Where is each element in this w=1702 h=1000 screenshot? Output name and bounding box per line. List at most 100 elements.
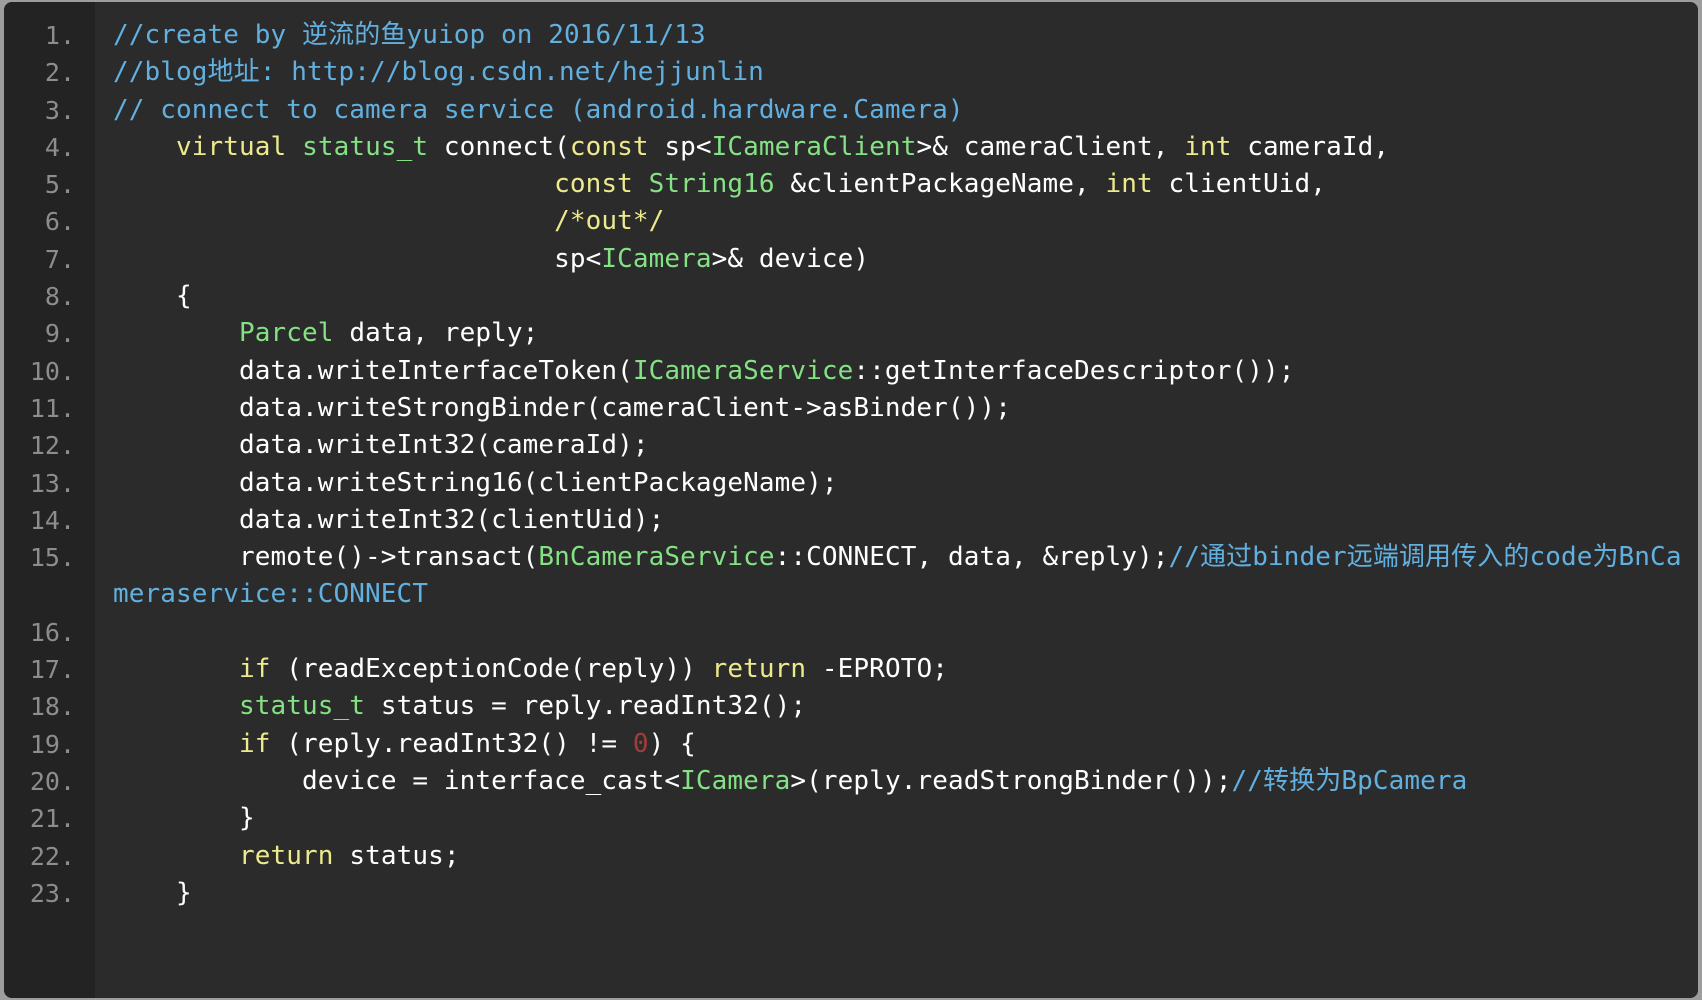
code-token-txt: data.writeString16(clientPackageName);: [113, 467, 838, 498]
line-number: 18.: [29, 692, 75, 722]
code-token-num: 0: [632, 728, 649, 759]
code-token-type: Parcel: [239, 318, 334, 349]
code-token-txt: >& device): [711, 243, 870, 274]
code-token-com: //blog地址: http://blog.csdn.net/hejjunlin: [113, 57, 764, 88]
line-number: 6.: [44, 207, 75, 237]
code-token-kw: const: [554, 169, 633, 200]
code-token-type: String16: [648, 169, 775, 200]
code-token-txt: >(reply.readStrongBinder());: [790, 765, 1232, 796]
code-token-com: // connect to camera service (android.ha…: [113, 94, 964, 125]
line-number: 22.: [29, 841, 75, 871]
code-line: data.writeStrongBinder(cameraClient->asB…: [113, 390, 1692, 427]
line-number: 20.: [29, 766, 75, 796]
code-token-type: ICamera: [601, 243, 712, 274]
line-number: 14.: [29, 505, 75, 535]
code-line: const String16 &clientPackageName, int c…: [113, 166, 1692, 203]
code-token-kw: if: [239, 728, 271, 759]
code-line: //blog地址: http://blog.csdn.net/hejjunlin: [113, 54, 1692, 91]
code-token-type: BnCameraService: [538, 542, 775, 573]
code-token-txt: connect(: [428, 131, 570, 162]
code-line: if (reply.readInt32() != 0) {: [113, 726, 1692, 763]
code-token-type: status_t: [302, 131, 429, 162]
code-line: sp<ICamera>& device): [113, 241, 1692, 278]
line-number: 23.: [29, 878, 75, 908]
code-token-kw: return: [239, 840, 334, 871]
code-line: // connect to camera service (android.ha…: [113, 92, 1692, 129]
code-line: Parcel data, reply;: [113, 315, 1692, 352]
code-token-kw: /*out*/: [554, 206, 665, 237]
code-line: status_t status = reply.readInt32();: [113, 688, 1692, 725]
code-line: {: [113, 278, 1692, 315]
code-token-txt: data.writeInterfaceToken(: [113, 355, 633, 386]
line-number: 15.: [29, 543, 75, 573]
code-content-area[interactable]: //create by 逆流的鱼yuiop on 2016/11/13 //bl…: [95, 2, 1698, 998]
code-token-txt: data.writeStrongBinder(cameraClient->asB…: [113, 392, 1011, 423]
code-token-txt: data.writeInt32(clientUid);: [113, 504, 665, 535]
line-number: 10.: [29, 356, 75, 386]
code-token-kw: int: [1105, 169, 1153, 200]
code-token-kw: const: [569, 131, 649, 162]
line-number: 12.: [29, 431, 75, 461]
code-block: 1. 2. 3. 4. 5. 6. 7. 8. 9. 10. 11. 12. 13. 14. 15. 16. 1…: [4, 2, 1698, 998]
code-token-txt: ::getInterfaceDescriptor());: [853, 355, 1295, 386]
code-token-txt: sp<: [648, 131, 712, 162]
code-token-kw: virtual: [176, 131, 287, 162]
code-line: data.writeInt32(cameraId);: [113, 427, 1692, 464]
code-token-type: ICameraService: [632, 355, 854, 386]
line-number: 3.: [44, 95, 75, 125]
code-token-txt: ::CONNECT, data, &reply);: [774, 542, 1169, 573]
code-token-txt: data.writeInt32(cameraId);: [113, 430, 649, 461]
code-token-kw: return: [711, 654, 807, 685]
page-root: 1. 2. 3. 4. 5. 6. 7. 8. 9. 10. 11. 12. 13. 14. 15. 16. 1…: [0, 0, 1702, 1000]
code-line: data.writeInterfaceToken(ICameraService:…: [113, 353, 1692, 390]
source-code[interactable]: //create by 逆流的鱼yuiop on 2016/11/13 //bl…: [113, 17, 1692, 912]
code-line: virtual status_t connect(const sp<ICamer…: [113, 129, 1692, 166]
code-token-txt: data, reply;: [333, 318, 539, 349]
code-token-type: ICameraClient: [711, 131, 917, 162]
code-token-type: status_t: [239, 691, 366, 722]
code-token-txt: ) {: [648, 728, 696, 759]
code-line: //create by 逆流的鱼yuiop on 2016/11/13: [113, 17, 1692, 54]
code-token-txt: cameraId,: [1231, 131, 1390, 162]
code-line: data.writeString16(clientPackageName);: [113, 465, 1692, 502]
code-token-kw: if: [239, 654, 271, 685]
code-token-txt: }: [113, 803, 255, 834]
code-token-com: //create by 逆流的鱼yuiop on 2016/11/13: [113, 20, 706, 50]
line-number: 1.: [44, 21, 75, 50]
code-token-txt: (reply.readInt32() !=: [270, 728, 633, 759]
code-token-txt: status;: [333, 840, 460, 871]
code-token-txt: }: [113, 877, 192, 908]
line-number: 11.: [29, 393, 75, 423]
code-line: return status;: [113, 838, 1692, 875]
code-token-txt: -EPROTO;: [806, 654, 948, 685]
code-token-txt: {: [113, 281, 192, 312]
line-number: 13.: [29, 468, 75, 498]
line-number: 21.: [29, 804, 75, 834]
line-number: 7.: [44, 244, 75, 274]
line-number: 16.: [29, 617, 75, 647]
line-number: 5.: [44, 170, 75, 200]
code-token-type: ICamera: [680, 765, 791, 796]
code-token-txt: sp<: [113, 243, 602, 274]
code-token-txt: remote()->transact(: [113, 542, 539, 573]
code-token-txt: status = reply.readInt32();: [365, 691, 807, 722]
code-token-com: //转换为BpCamera: [1231, 765, 1468, 796]
code-token-txt: clientUid,: [1152, 169, 1327, 200]
code-line: device = interface_cast<ICamera>(reply.r…: [113, 763, 1692, 800]
line-number: 19.: [29, 729, 75, 759]
code-line: if (readExceptionCode(reply)) return -EP…: [113, 651, 1692, 688]
code-line: remote()->transact(BnCameraService::CONN…: [113, 539, 1692, 614]
line-number: 2.: [44, 58, 75, 88]
code-token-txt: (readExceptionCode(reply)): [270, 654, 712, 685]
line-number: 17.: [29, 655, 75, 685]
line-number-gutter: 1. 2. 3. 4. 5. 6. 7. 8. 9. 10. 11. 12. 13. 14. 15. 16. 1…: [4, 2, 95, 998]
